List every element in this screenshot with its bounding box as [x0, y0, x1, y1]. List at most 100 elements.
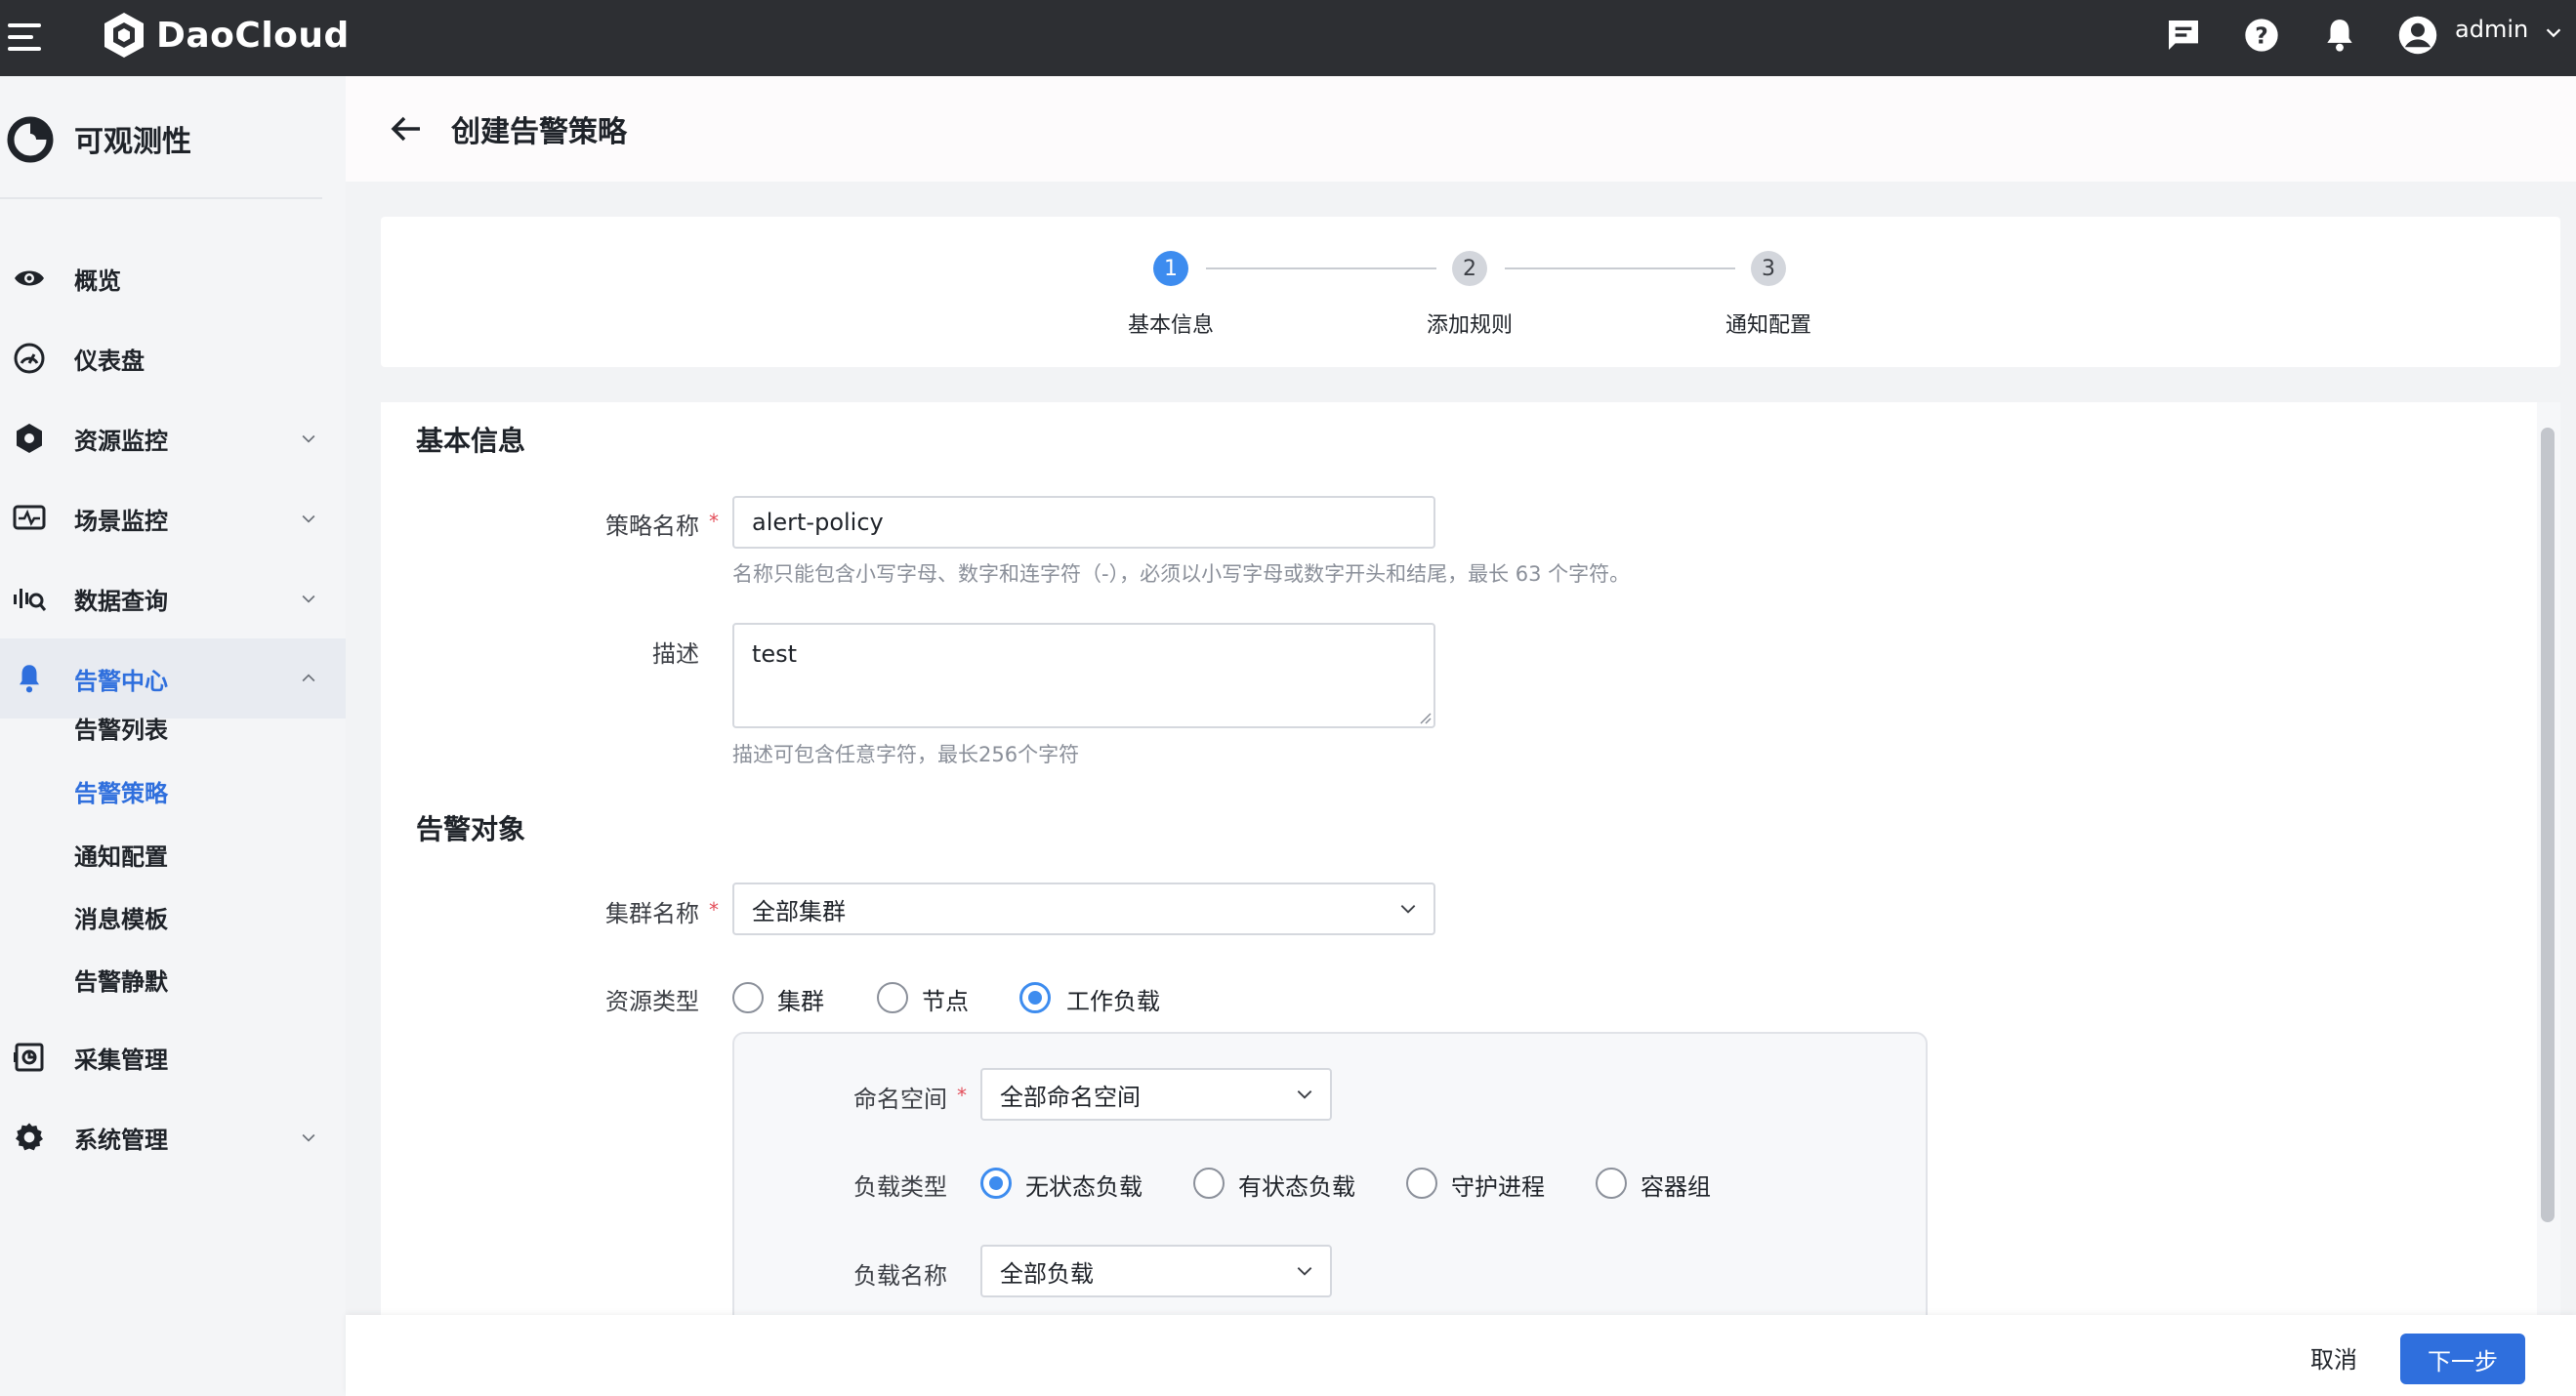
scrollbar-thumb[interactable]: [2541, 428, 2555, 1222]
section-title-basic: 基本信息: [416, 425, 526, 457]
workload-name-label: 负载名称: [853, 1262, 947, 1290]
required-mark: *: [709, 898, 719, 922]
product-title: 可观测性: [74, 125, 191, 159]
sidebar-item-data-query[interactable]: 数据查询: [0, 558, 346, 638]
resize-handle-icon[interactable]: [1418, 711, 1432, 724]
brand-logo[interactable]: DaoCloud: [102, 6, 350, 64]
top-bar: DaoCloud ? admin: [0, 0, 2576, 76]
policy-name-input[interactable]: alert-policy: [732, 496, 1435, 549]
footer-bar: [346, 1315, 2576, 1396]
namespace-select-value: 全部命名空间: [1000, 1083, 1141, 1111]
search-chart-icon: [12, 581, 47, 616]
sidebar-subitem-alert-silence[interactable]: 告警静默: [74, 963, 168, 997]
eye-icon: [12, 261, 47, 296]
page-title: 创建告警策略: [451, 115, 627, 149]
brand-name: DaoCloud: [156, 15, 350, 56]
sidebar-item-overview[interactable]: 概览: [0, 238, 346, 318]
description-value: test: [752, 640, 798, 668]
sidebar-item-label: 告警中心: [74, 667, 168, 695]
namespace-select[interactable]: 全部命名空间: [980, 1068, 1332, 1121]
radio-daemonset[interactable]: [1406, 1168, 1437, 1199]
next-step-button[interactable]: 下一步: [2400, 1334, 2525, 1384]
chevron-down-icon: [297, 507, 320, 530]
gear-icon: [12, 1120, 47, 1155]
gauge-icon: [12, 341, 47, 376]
cancel-button[interactable]: 取消: [2295, 1334, 2373, 1380]
chevron-down-icon: [1400, 905, 1416, 914]
step-2-label: 添加规则: [1426, 313, 1513, 338]
cluster-select[interactable]: 全部集群: [732, 883, 1435, 935]
resource-type-label: 资源类型: [605, 988, 699, 1015]
description-textarea[interactable]: test: [732, 623, 1435, 728]
radio-statefulset[interactable]: [1193, 1168, 1225, 1199]
radio-node-label[interactable]: 节点: [922, 982, 969, 1016]
step-1-dot: 1: [1153, 251, 1188, 286]
policy-name-label: 策略名称: [605, 513, 699, 540]
policy-name-value: alert-policy: [752, 509, 884, 536]
cluster-name-label: 集群名称: [605, 900, 699, 927]
sidebar-item-dashboard[interactable]: 仪表盘: [0, 318, 346, 398]
description-label: 描述: [652, 640, 699, 668]
workload-name-select[interactable]: 全部负载: [980, 1245, 1332, 1297]
observability-logo-icon: [7, 116, 54, 163]
sidebar-divider: [0, 197, 322, 199]
required-mark: *: [709, 510, 719, 533]
chevron-down-icon: [1297, 1090, 1312, 1099]
step-3-dot: 3: [1751, 251, 1786, 286]
sidebar-item-label: 资源监控: [74, 427, 168, 455]
steps-card: [381, 217, 2560, 367]
workload-type-label: 负载类型: [853, 1173, 947, 1201]
hexagon-icon: [12, 421, 47, 456]
chevron-up-icon: [297, 667, 320, 690]
radio-cluster-label[interactable]: 集群: [777, 982, 824, 1016]
message-icon[interactable]: [2162, 14, 2205, 57]
chevron-down-icon[interactable]: [2543, 21, 2564, 43]
radio-pod[interactable]: [1596, 1168, 1627, 1199]
sidebar-subitem-alert-list[interactable]: 告警列表: [74, 711, 168, 745]
sidebar-item-resource-monitor[interactable]: 资源监控: [0, 398, 346, 478]
radio-cluster[interactable]: [732, 982, 764, 1013]
radio-node[interactable]: [877, 982, 908, 1013]
radio-deployment-label[interactable]: 无状态负载: [1025, 1168, 1143, 1202]
daocloud-logo-icon: [104, 13, 144, 58]
bell-icon[interactable]: [2318, 14, 2361, 57]
section-title-target: 告警对象: [416, 813, 526, 845]
required-mark: *: [957, 1084, 967, 1107]
radio-pod-label[interactable]: 容器组: [1641, 1168, 1711, 1202]
sidebar-item-label: 场景监控: [74, 507, 168, 535]
chevron-down-icon: [297, 427, 320, 450]
menu-icon[interactable]: [8, 18, 47, 57]
sidebar-item-alert-center[interactable]: 告警中心: [0, 638, 346, 719]
collect-icon: [12, 1040, 47, 1075]
page-header: [346, 76, 2576, 182]
help-icon[interactable]: ?: [2240, 14, 2283, 57]
sidebar-item-label: 数据查询: [74, 587, 168, 615]
step-3-label: 通知配置: [1724, 313, 1811, 338]
sidebar-subitem-alert-policy[interactable]: 告警策略: [74, 774, 168, 808]
radio-workload-label[interactable]: 工作负载: [1066, 982, 1160, 1016]
sidebar-subitem-notify-config[interactable]: 通知配置: [74, 838, 168, 872]
radio-workload[interactable]: [1019, 982, 1051, 1013]
user-avatar-icon[interactable]: [2396, 14, 2439, 57]
radio-daemonset-label[interactable]: 守护进程: [1451, 1168, 1545, 1202]
step-2-dot: 2: [1452, 251, 1487, 286]
chevron-down-icon: [297, 587, 320, 610]
step-connector: [1206, 267, 1436, 269]
chevron-down-icon: [1297, 1267, 1312, 1276]
sidebar-item-system-management[interactable]: 系统管理: [0, 1097, 346, 1177]
svg-text:?: ?: [2255, 21, 2268, 49]
radio-deployment[interactable]: [980, 1168, 1012, 1199]
namespace-label: 命名空间: [853, 1086, 947, 1113]
cluster-select-value: 全部集群: [752, 897, 846, 925]
sidebar-item-collect-management[interactable]: 采集管理: [0, 1017, 346, 1097]
sidebar: 可观测性 概览 仪表盘 资源监控 场景监控 数据查询 告警中心 告警列表 告警策…: [0, 76, 346, 1396]
description-hint: 描述可包含任意字符，最长256个字符: [732, 743, 1080, 766]
sidebar-item-scene-monitor[interactable]: 场景监控: [0, 478, 346, 558]
sidebar-item-label: 系统管理: [74, 1126, 168, 1154]
sidebar-item-label: 仪表盘: [74, 347, 145, 375]
user-name[interactable]: admin: [2455, 16, 2528, 43]
back-arrow-icon[interactable]: [389, 113, 424, 144]
radio-statefulset-label[interactable]: 有状态负载: [1238, 1168, 1355, 1202]
step-1-label: 基本信息: [1127, 313, 1214, 338]
sidebar-subitem-message-template[interactable]: 消息模板: [74, 900, 168, 934]
